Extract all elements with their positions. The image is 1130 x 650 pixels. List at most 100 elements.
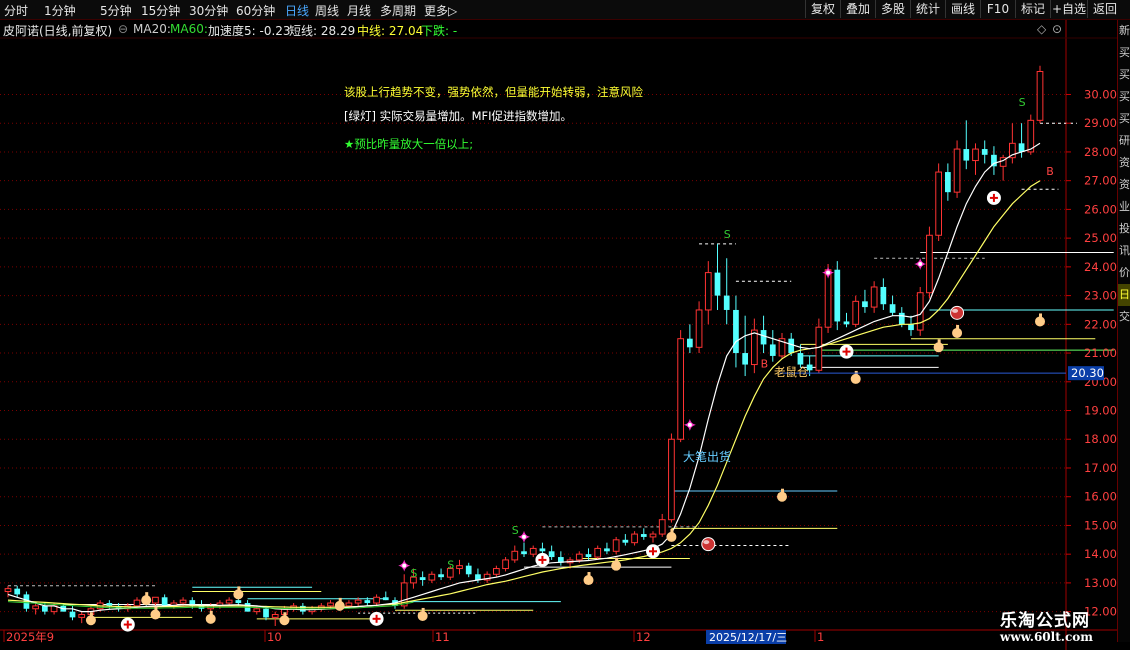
cursor-date-label: 2025/12/17/三 bbox=[709, 631, 787, 644]
hand-pointer-finger-icon bbox=[89, 612, 93, 620]
note-green-light: [绿灯] 实际交易量增加。MFI促进指数增加。 bbox=[344, 109, 573, 123]
signal-marks: S S S S S B B bbox=[85, 96, 1054, 632]
candle-body bbox=[511, 550, 519, 561]
price-tick-label: 22.00 bbox=[1084, 317, 1117, 331]
price-grid bbox=[0, 93, 1066, 613]
right-strip-char[interactable]: 交 bbox=[1118, 306, 1130, 328]
candle-body bbox=[106, 603, 113, 606]
candle-body bbox=[1036, 70, 1044, 121]
candle-body bbox=[493, 568, 500, 575]
note-trend: 该股上行趋势不变，强势依然，但量能开始转弱，注意风险 bbox=[344, 85, 643, 99]
candle-body bbox=[852, 300, 860, 325]
candle-body bbox=[327, 602, 334, 607]
time-label: 12 bbox=[636, 630, 651, 644]
right-strip-char[interactable]: 资 bbox=[1118, 152, 1130, 174]
candle-body bbox=[945, 172, 951, 193]
right-strip-char[interactable]: 业 bbox=[1118, 196, 1130, 218]
candle-body bbox=[263, 608, 269, 618]
candle-body bbox=[548, 551, 555, 558]
candle-body bbox=[502, 559, 509, 570]
hand-pointer-finger-icon bbox=[854, 370, 858, 378]
price-tick-label: 27.00 bbox=[1084, 174, 1117, 188]
candle-body bbox=[687, 338, 693, 348]
sell-s-label: S bbox=[447, 559, 454, 572]
hand-pointer-finger-icon bbox=[283, 612, 287, 620]
candle-body bbox=[788, 338, 795, 354]
buy-b-label: B bbox=[1046, 165, 1054, 178]
pink-flower-center-icon bbox=[826, 270, 831, 275]
time-label: 10 bbox=[267, 630, 282, 644]
sell-s-label: S bbox=[724, 228, 731, 241]
candle-body bbox=[69, 611, 76, 618]
right-strip-char[interactable]: 投 bbox=[1118, 218, 1130, 240]
price-tick-label: 13.00 bbox=[1084, 576, 1117, 590]
red-ball-shine-icon bbox=[703, 540, 710, 545]
hand-pointer-finger-icon bbox=[781, 488, 784, 496]
candle-body bbox=[575, 553, 583, 561]
candle-body bbox=[521, 551, 527, 555]
right-strip-char[interactable]: 买 bbox=[1118, 108, 1130, 130]
price-tick-label: 24.00 bbox=[1084, 260, 1117, 274]
candle-body bbox=[677, 338, 684, 440]
candle-body bbox=[428, 573, 436, 581]
candle-body bbox=[953, 148, 961, 193]
hand-pointer-finger-icon bbox=[209, 610, 213, 618]
laoshucang-label: 老鼠仓 bbox=[774, 365, 809, 379]
candle-body bbox=[658, 519, 666, 535]
right-strip-char[interactable]: 买 bbox=[1118, 86, 1130, 108]
right-strip-char[interactable]: 买 bbox=[1118, 42, 1130, 64]
candle-body bbox=[529, 547, 537, 555]
pink-flower-center-icon bbox=[918, 261, 923, 266]
candle-body bbox=[649, 533, 657, 538]
right-strip-char[interactable]: 讯 bbox=[1118, 240, 1130, 262]
candle-body bbox=[963, 149, 970, 161]
right-strip-char[interactable]: 资 bbox=[1118, 174, 1130, 196]
right-strip-char[interactable]: 新 bbox=[1118, 20, 1130, 42]
price-tick-label: 30.00 bbox=[1084, 87, 1117, 101]
pink-flower-center-icon bbox=[687, 422, 692, 427]
right-strip-char[interactable]: 研 bbox=[1118, 130, 1130, 152]
candle-body bbox=[152, 596, 159, 604]
price-tick-label: 16.00 bbox=[1084, 490, 1117, 504]
hand-pointer-finger-icon bbox=[670, 528, 674, 536]
candle-body bbox=[733, 309, 739, 354]
candle-body bbox=[612, 539, 620, 552]
hand-pointer-finger-icon bbox=[615, 557, 619, 565]
candle-body bbox=[4, 588, 12, 593]
time-label: 1 bbox=[817, 630, 824, 644]
candle-body bbox=[465, 565, 472, 575]
candle-body bbox=[815, 326, 823, 371]
candle-body bbox=[889, 304, 896, 313]
candle-body bbox=[862, 301, 868, 308]
price-tick-label: 23.00 bbox=[1084, 289, 1117, 303]
candle-body bbox=[456, 565, 463, 570]
candle-body bbox=[364, 600, 371, 604]
right-info-strip: 新买买买买研资资业投讯价日交 bbox=[1117, 20, 1130, 642]
sell-s-label: S bbox=[410, 567, 417, 580]
candle-body bbox=[972, 148, 979, 162]
red-ball-shine-icon bbox=[952, 308, 959, 313]
right-strip-char[interactable]: 买 bbox=[1118, 64, 1130, 86]
candle-body bbox=[539, 548, 546, 552]
candle-body bbox=[345, 602, 353, 607]
candle-body bbox=[870, 286, 878, 308]
price-tick-label: 29.00 bbox=[1084, 116, 1117, 130]
right-strip-char[interactable]: 日 bbox=[1118, 284, 1130, 306]
candle-body bbox=[438, 574, 444, 578]
hand-pointer-finger-icon bbox=[1039, 313, 1042, 321]
candle-body bbox=[631, 533, 638, 544]
red-ball-icon bbox=[701, 537, 716, 552]
candle-body bbox=[622, 539, 629, 543]
price-tick-label: 18.00 bbox=[1084, 432, 1117, 446]
candle-body bbox=[695, 309, 703, 348]
sell-s-label: S bbox=[512, 524, 519, 537]
candle-body bbox=[704, 272, 712, 311]
candle-body bbox=[760, 330, 767, 345]
right-strip-char[interactable]: 价 bbox=[1118, 262, 1130, 284]
dabichuhuo-label: 大笔出货 bbox=[683, 450, 732, 464]
candle-body bbox=[594, 547, 602, 558]
candle-body bbox=[373, 596, 380, 604]
candle-body bbox=[32, 605, 39, 610]
pink-flower-center-icon bbox=[402, 563, 407, 568]
hand-pointer-finger-icon bbox=[421, 607, 425, 615]
